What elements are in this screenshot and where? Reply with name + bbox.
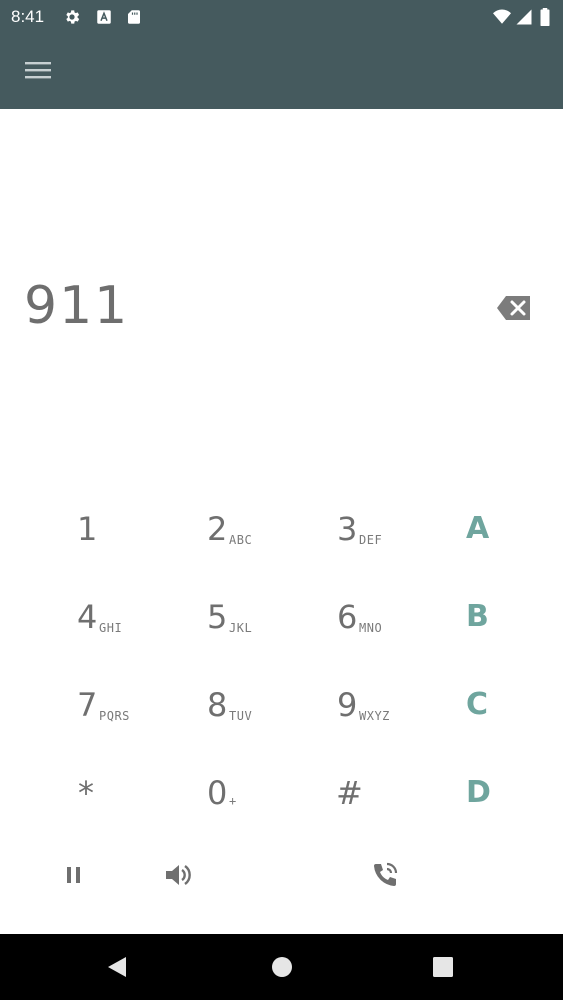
key-letters: WXYZ: [359, 709, 390, 723]
font-a-icon: [95, 8, 113, 26]
status-bar: 8:41: [0, 0, 563, 34]
key-digit: *: [78, 774, 94, 812]
key-0[interactable]: 0 +: [207, 774, 317, 844]
key-6[interactable]: 6 MNO: [337, 598, 447, 668]
key-digit: 1: [77, 510, 98, 548]
status-time: 8:41: [11, 7, 45, 26]
key-9[interactable]: 9 WXYZ: [337, 686, 447, 756]
key-digit: #: [336, 774, 363, 812]
key-digit: 2: [207, 510, 228, 548]
key-8[interactable]: 8 TUV: [207, 686, 317, 756]
key-star[interactable]: *: [78, 774, 188, 844]
key-digit: 3: [337, 510, 358, 548]
gear-icon: [63, 8, 81, 26]
navigation-bar: [0, 934, 563, 1000]
app-header: 8:41: [0, 0, 563, 109]
key-digit: D: [466, 775, 491, 810]
key-letters: GHI: [99, 621, 123, 635]
key-4[interactable]: 4 GHI: [77, 598, 187, 668]
key-letters: ABC: [229, 533, 253, 547]
call-button[interactable]: [368, 858, 402, 892]
key-7[interactable]: 7 PQRS: [77, 686, 187, 756]
key-letters: PQRS: [99, 709, 130, 723]
home-button[interactable]: [269, 954, 295, 980]
key-digit: 7: [77, 686, 98, 724]
key-d[interactable]: D: [466, 775, 563, 845]
key-letters: +: [229, 794, 237, 808]
key-b[interactable]: B: [466, 599, 563, 669]
key-digit: B: [466, 599, 489, 634]
key-5[interactable]: 5 JKL: [207, 598, 317, 668]
key-letters: JKL: [229, 621, 253, 635]
key-digit: 6: [337, 598, 358, 636]
battery-icon: [538, 8, 552, 26]
key-digit: 9: [337, 686, 358, 724]
key-digit: 8: [207, 686, 228, 724]
key-digit: C: [466, 687, 489, 722]
key-letters: MNO: [359, 621, 383, 635]
phone-call-icon: [374, 862, 398, 886]
signal-icon: [515, 8, 533, 26]
backspace-button[interactable]: [496, 294, 532, 322]
speaker-volume-icon: [166, 865, 191, 885]
wifi-icon: [492, 8, 512, 26]
speaker-button[interactable]: [161, 858, 195, 892]
key-3[interactable]: 3 DEF: [337, 510, 447, 580]
back-button[interactable]: [104, 954, 130, 980]
key-hash[interactable]: #: [336, 774, 446, 844]
key-digit: 5: [207, 598, 228, 636]
key-letters: TUV: [229, 709, 253, 723]
sd-card-icon: [125, 8, 143, 26]
backspace-icon: [497, 296, 530, 320]
dialed-number[interactable]: 911: [24, 276, 129, 336]
recents-square-icon: [433, 957, 453, 977]
home-circle-icon: [272, 957, 292, 977]
back-triangle-icon: [108, 957, 126, 977]
menu-button[interactable]: [22, 56, 54, 84]
hamburger-menu-icon: [25, 62, 51, 79]
key-a[interactable]: A: [466, 511, 563, 581]
key-c[interactable]: C: [466, 687, 563, 757]
recents-button[interactable]: [430, 954, 456, 980]
key-2[interactable]: 2 ABC: [207, 510, 317, 580]
pause-icon: [67, 867, 80, 883]
key-digit: 0: [207, 774, 228, 812]
key-1[interactable]: 1: [77, 510, 187, 580]
key-digit: 4: [77, 598, 98, 636]
key-letters: DEF: [359, 533, 383, 547]
key-digit: A: [466, 511, 490, 546]
pause-button[interactable]: [57, 858, 91, 892]
